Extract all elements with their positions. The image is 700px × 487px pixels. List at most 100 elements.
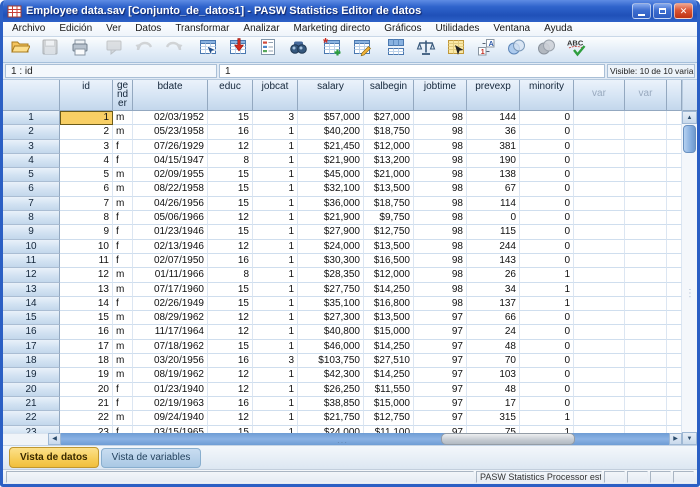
corner-header-cell[interactable] [3,80,60,111]
tab-variable-view[interactable]: Vista de variables [101,448,202,468]
data-cell-educ[interactable]: 15 [208,426,253,433]
data-cell-salbegin[interactable]: $12,000 [364,140,414,154]
data-cell-var1[interactable] [574,354,625,368]
data-cell-salary[interactable]: $103,750 [298,354,364,368]
data-cell-gender[interactable]: m [113,368,133,382]
data-cell-var3[interactable] [667,354,682,368]
data-cell-salary[interactable]: $27,900 [298,225,364,239]
data-cell-id[interactable]: 4 [60,154,113,168]
goto-variable-button[interactable] [226,39,250,61]
data-cell-gender[interactable]: m [113,283,133,297]
use-variable-sets-button[interactable] [504,39,528,61]
data-cell-bdate[interactable]: 11/17/1964 [133,325,208,339]
data-cell-educ[interactable]: 12 [208,383,253,397]
data-cell-var1[interactable] [574,368,625,382]
data-cell-salary[interactable]: $24,000 [298,240,364,254]
data-cell-id[interactable]: 5 [60,168,113,182]
data-cell-jobtime[interactable]: 98 [414,297,467,311]
data-cell-jobcat[interactable]: 1 [253,140,298,154]
column-header-var1[interactable]: var [574,80,625,111]
row-header-cell[interactable]: 7 [3,197,60,211]
data-cell-var1[interactable] [574,268,625,282]
menu-transformar[interactable]: Transformar [168,22,236,36]
data-cell-jobtime[interactable]: 98 [414,240,467,254]
data-cell-salary[interactable]: $40,200 [298,125,364,139]
data-cell-var1[interactable] [574,254,625,268]
data-cell-salbegin[interactable]: $21,000 [364,168,414,182]
data-cell-var3[interactable] [667,240,682,254]
show-all-variables-button[interactable] [534,39,558,61]
data-cell-bdate[interactable]: 04/15/1947 [133,154,208,168]
data-cell-educ[interactable]: 15 [208,283,253,297]
data-cell-var1[interactable] [574,125,625,139]
data-cell-var3[interactable] [667,225,682,239]
menu-ayuda[interactable]: Ayuda [537,22,579,36]
data-cell-var3[interactable] [667,311,682,325]
data-cell-jobtime[interactable]: 98 [414,168,467,182]
data-cell-bdate[interactable]: 02/13/1946 [133,240,208,254]
data-cell-id[interactable]: 9 [60,225,113,239]
data-cell-gender[interactable]: m [113,182,133,196]
data-cell-var1[interactable] [574,411,625,425]
data-cell-educ[interactable]: 16 [208,254,253,268]
data-cell-jobcat[interactable]: 3 [253,111,298,125]
data-cell-jobtime[interactable]: 98 [414,125,467,139]
data-cell-prevexp[interactable]: 244 [467,240,520,254]
data-cell-jobcat[interactable]: 1 [253,283,298,297]
data-cell-salbegin[interactable]: $12,750 [364,411,414,425]
data-cell-bdate[interactable]: 02/09/1955 [133,168,208,182]
data-cell-var3[interactable] [667,397,682,411]
data-cell-minority[interactable]: 0 [520,111,574,125]
data-cell-bdate[interactable]: 03/20/1956 [133,354,208,368]
column-header-var2[interactable]: var [625,80,667,111]
data-cell-bdate[interactable]: 08/29/1962 [133,311,208,325]
data-cell-minority[interactable]: 0 [520,125,574,139]
data-cell-jobtime[interactable]: 97 [414,354,467,368]
data-cell-gender[interactable]: f [113,240,133,254]
data-cell-var3[interactable] [667,283,682,297]
data-cell-salary[interactable]: $40,800 [298,325,364,339]
data-cell-jobtime[interactable]: 98 [414,182,467,196]
data-cell-gender[interactable]: m [113,354,133,368]
data-cell-bdate[interactable]: 07/26/1929 [133,140,208,154]
column-header-salary[interactable]: salary [298,80,364,111]
row-header-cell[interactable]: 20 [3,383,60,397]
data-cell-jobcat[interactable]: 1 [253,125,298,139]
data-cell-id[interactable]: 7 [60,197,113,211]
data-cell-var1[interactable] [574,383,625,397]
data-cell-var2[interactable] [625,311,667,325]
data-cell-bdate[interactable]: 07/18/1962 [133,340,208,354]
data-cell-minority[interactable]: 1 [520,297,574,311]
data-cell-jobcat[interactable]: 1 [253,426,298,433]
data-cell-educ[interactable]: 8 [208,268,253,282]
find-button[interactable] [286,39,310,61]
data-cell-salbegin[interactable]: $9,750 [364,211,414,225]
data-cell-jobcat[interactable]: 1 [253,325,298,339]
data-cell-jobtime[interactable]: 97 [414,311,467,325]
data-cell-prevexp[interactable]: 143 [467,254,520,268]
row-header-cell[interactable]: 10 [3,240,60,254]
data-cell-jobcat[interactable]: 1 [253,211,298,225]
spell-check-button[interactable]: ABC [564,39,588,61]
data-cell-salary[interactable]: $27,300 [298,311,364,325]
data-cell-var1[interactable] [574,283,625,297]
data-cell-id[interactable]: 6 [60,182,113,196]
data-cell-salbegin[interactable]: $13,500 [364,311,414,325]
data-cell-gender[interactable]: m [113,125,133,139]
data-cell-educ[interactable]: 12 [208,325,253,339]
data-cell-var1[interactable] [574,182,625,196]
data-cell-var1[interactable] [574,240,625,254]
menu-datos[interactable]: Datos [128,22,168,36]
data-cell-salbegin[interactable]: $18,750 [364,197,414,211]
data-cell-salary[interactable]: $21,900 [298,211,364,225]
data-cell-var1[interactable] [574,168,625,182]
data-cell-gender[interactable]: m [113,268,133,282]
data-cell-var1[interactable] [574,111,625,125]
data-cell-salary[interactable]: $32,100 [298,182,364,196]
data-cell-jobcat[interactable]: 1 [253,254,298,268]
print-button[interactable] [68,39,92,61]
data-cell-jobtime[interactable]: 97 [414,340,467,354]
insert-variable-button[interactable] [350,39,374,61]
data-cell-var2[interactable] [625,125,667,139]
data-cell-gender[interactable]: f [113,383,133,397]
